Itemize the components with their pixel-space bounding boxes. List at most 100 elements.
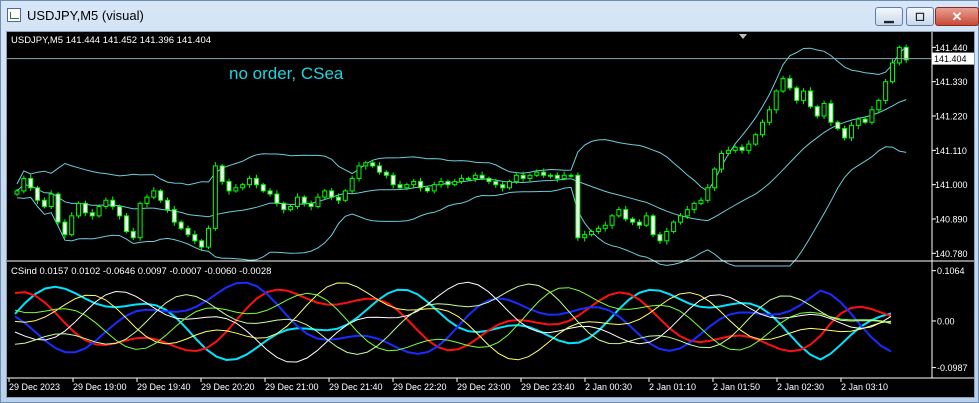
candle-body-bull [753, 134, 759, 145]
candle-body-bull [643, 215, 649, 226]
candle-body-bear [903, 46, 909, 61]
candle-body-bear [636, 221, 642, 226]
candle-body-bear [89, 212, 95, 217]
chart-area[interactable]: USDJPY,M5 141.444 141.452 141.396 141.40… [6, 31, 975, 398]
time-tick-label: 2 Jan 01:10 [649, 382, 696, 392]
candle-body-bull [760, 121, 766, 136]
candle-body-bull [513, 174, 519, 183]
time-tick-label: 29 Dec 21:00 [265, 382, 319, 392]
candle-body-bear [308, 202, 314, 208]
candle-body-bull [664, 230, 670, 242]
candle-body-bull [151, 190, 157, 198]
candle-body-bull [137, 202, 143, 239]
candle-body-bull [342, 190, 348, 201]
candle-body-bear [377, 165, 383, 173]
candle-body-bull [288, 206, 294, 211]
candle-body-bear [199, 240, 205, 248]
candle-body-bull [883, 81, 889, 101]
candle-body-bear [383, 171, 389, 176]
candle-body-bear [500, 184, 506, 189]
chart-canvas[interactable]: USDJPY,M5 141.444 141.452 141.396 141.40… [7, 32, 974, 397]
time-tick-label: 2 Jan 02:30 [777, 382, 824, 392]
chart-window-icon [7, 8, 21, 22]
candle-body-bull [103, 199, 109, 208]
candle-body-bear [486, 177, 492, 183]
candle-body-bear [55, 193, 61, 223]
candle-body-bull [431, 184, 437, 192]
candle-body-bear [370, 162, 376, 167]
indicator-series-line [14, 288, 892, 353]
candle-body-bear [630, 218, 636, 223]
candle-body-bull [21, 177, 27, 192]
candle-body-bear [862, 118, 868, 123]
candle-body-bear [329, 190, 335, 198]
current-price-label: 141.404 [934, 54, 967, 64]
candle-body-bear [541, 171, 547, 176]
chart-shift-marker[interactable] [739, 34, 747, 39]
candle-body-bull [472, 174, 478, 179]
title-bar[interactable]: USDJPY,M5 (visual) ▁ ◻ ✕ [1, 1, 979, 31]
candle-body-bear [554, 174, 560, 179]
minimize-icon: ▁ [884, 9, 894, 23]
candle-body-bull [705, 187, 711, 201]
candle-body-bear [301, 196, 307, 204]
time-tick-label: 2 Jan 01:50 [713, 382, 760, 392]
price-tick-label: 141.000 [935, 180, 968, 190]
candle-body-bear [335, 196, 341, 201]
candle-body-bull [465, 177, 471, 180]
close-icon: ✕ [951, 9, 963, 24]
candle-body-bear [110, 199, 116, 208]
candle-body-bear [520, 174, 526, 179]
candle-body-bull [876, 99, 882, 111]
candle-body-bull [144, 196, 150, 204]
candle-body-bull [459, 177, 465, 183]
candle-body-bull [801, 90, 807, 101]
time-tick-label: 29 Dec 20:20 [201, 382, 255, 392]
candle-body-bull [349, 177, 355, 192]
candle-body-bull [677, 215, 683, 223]
indicator-series-line [14, 281, 892, 355]
candle-body-bear [445, 181, 451, 186]
price-tick-label: 140.890 [935, 214, 968, 224]
candle-body-bear [185, 227, 191, 236]
candle-body-bull [568, 174, 574, 177]
candle-body-bear [424, 187, 430, 192]
candle-body-bear [171, 209, 177, 223]
time-tick-label: 29 Dec 23:40 [521, 382, 575, 392]
candle-body-bull [527, 174, 533, 179]
candle-body-bull [582, 234, 588, 239]
time-tick-label: 29 Dec 23:00 [457, 382, 511, 392]
candle-body-bull [616, 209, 622, 217]
candle-body-bear [267, 190, 273, 195]
candle-body-bull [684, 209, 690, 217]
close-button[interactable]: ✕ [935, 7, 979, 26]
candle-body-bull [411, 181, 417, 186]
candle-body-bull [315, 196, 321, 208]
price-tick-label: 141.110 [935, 146, 967, 156]
candle-body-bull [452, 181, 458, 186]
price-tick-label: 141.440 [935, 43, 968, 53]
candle-body-bear [226, 181, 232, 192]
candle-body-bull [725, 149, 731, 154]
candle-body-bull [869, 109, 875, 123]
candle-body-bull [404, 184, 410, 189]
candle-body-bull [206, 227, 212, 248]
indicator-tick-label: -0.0987 [937, 363, 968, 373]
minimize-button[interactable]: ▁ [875, 7, 903, 26]
candle-body-bull [233, 187, 239, 192]
candle-body-bear [842, 127, 848, 139]
candle-body-bear [260, 184, 266, 192]
candle-body-bull [780, 78, 786, 92]
candle-body-bear [192, 234, 198, 242]
candle-body-bull [718, 152, 724, 170]
candle-body-bear [807, 90, 813, 108]
candle-body-bull [746, 143, 752, 151]
maximize-button[interactable]: ◻ [906, 7, 934, 26]
price-tick-label: 141.330 [935, 77, 968, 87]
candle-body-bear [397, 184, 403, 189]
candle-body-bear [274, 193, 280, 204]
candle-body-bear [219, 165, 225, 183]
candle-body-bull [247, 177, 253, 186]
candle-body-bull [821, 103, 827, 117]
candle-body-bull [212, 165, 218, 229]
